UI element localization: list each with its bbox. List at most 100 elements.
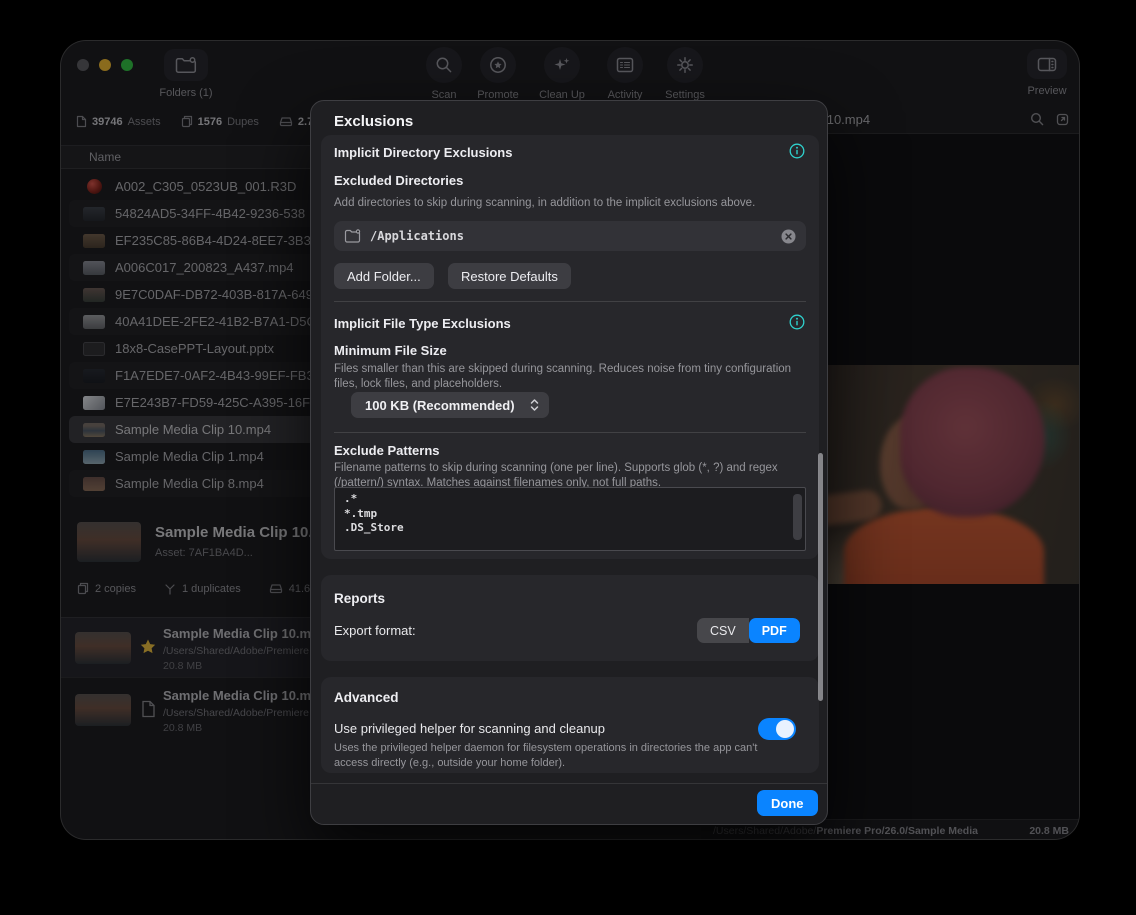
duplicates-stat: 1 duplicates bbox=[164, 583, 241, 595]
file-name: A006C017_200823_A437.mp4 bbox=[115, 260, 294, 275]
thumbnail bbox=[83, 423, 105, 437]
toolbar-preview-label: Preview bbox=[1007, 85, 1080, 97]
file-size: 20.8 MB bbox=[1019, 825, 1069, 837]
excluded-directory-path: /Applications bbox=[370, 229, 772, 243]
zoom-window-button[interactable] bbox=[121, 59, 133, 71]
folder-icon bbox=[344, 229, 361, 243]
duplicate-thumbnail bbox=[75, 632, 131, 664]
preview-panel-icon bbox=[1037, 57, 1057, 72]
info-icon[interactable] bbox=[789, 314, 805, 330]
scan-search-icon bbox=[435, 56, 453, 74]
implicit-file-type-exclusions-label: Implicit File Type Exclusions bbox=[334, 316, 511, 331]
remove-directory-icon[interactable] bbox=[781, 229, 796, 244]
dupes-label: Dupes bbox=[227, 116, 259, 128]
minimize-window-button[interactable] bbox=[99, 59, 111, 71]
name-column-header: Name bbox=[89, 150, 121, 164]
exclude-patterns-textarea[interactable]: .* *.tmp .DS_Store bbox=[334, 487, 806, 551]
thumbnail bbox=[83, 342, 105, 356]
thumbnail bbox=[83, 261, 105, 275]
branch-icon bbox=[164, 583, 176, 595]
toggle-knob bbox=[776, 720, 794, 738]
file-name: A002_C305_0523UB_001.R3D bbox=[115, 179, 296, 194]
primary-star-icon bbox=[139, 638, 157, 656]
exclusions-card: Implicit Directory Exclusions Excluded D… bbox=[321, 135, 819, 559]
thumbnail bbox=[83, 477, 105, 491]
promote-star-icon bbox=[489, 56, 507, 74]
csv-option[interactable]: CSV bbox=[697, 618, 749, 643]
toolbar-cleanup-button[interactable]: Clean Up bbox=[527, 47, 597, 101]
toolbar-settings-button[interactable]: Settings bbox=[650, 47, 720, 101]
copies-icon bbox=[77, 582, 89, 595]
privileged-helper-toggle[interactable] bbox=[758, 718, 796, 740]
export-format-segmented-control: CSV PDF bbox=[697, 618, 800, 643]
clean-up-sparkles-icon bbox=[553, 56, 571, 74]
detail-asset-id: Asset: 7AF1BA4D... bbox=[155, 547, 253, 559]
implicit-directory-exclusions-label: Implicit Directory Exclusions bbox=[334, 145, 512, 160]
section-divider bbox=[334, 432, 806, 433]
minimum-file-size-value: 100 KB (Recommended) bbox=[365, 398, 529, 413]
close-window-button[interactable] bbox=[77, 59, 89, 71]
file-document-icon bbox=[139, 700, 157, 718]
add-folder-button[interactable]: Add Folder... bbox=[334, 263, 434, 289]
reports-card: Reports Export format: CSV PDF bbox=[321, 575, 819, 661]
file-name: Sample Media Clip 8.mp4 bbox=[115, 476, 264, 491]
file-name: Sample Media Clip 10.mp4 bbox=[115, 422, 271, 437]
detail-thumbnail bbox=[77, 522, 141, 562]
done-button[interactable]: Done bbox=[757, 790, 818, 816]
file-name: Sample Media Clip 1.mp4 bbox=[115, 449, 264, 464]
r3d-thumbnail bbox=[87, 179, 102, 194]
file-name: 18x8-CasePPT-Layout.pptx bbox=[115, 341, 274, 356]
duplicate-size: 20.8 MB bbox=[163, 722, 202, 734]
excluded-directory-entry: /Applications bbox=[334, 221, 806, 251]
toolbar-folders-button[interactable]: Folders (1) bbox=[141, 49, 231, 99]
activity-list-icon bbox=[616, 57, 634, 73]
disk-icon bbox=[269, 583, 283, 594]
info-icon[interactable] bbox=[789, 143, 805, 159]
toolbar-preview-button[interactable]: Preview bbox=[1007, 49, 1080, 97]
folder-gear-icon bbox=[175, 57, 197, 74]
assets-label: Assets bbox=[128, 116, 161, 128]
pattern-line: .* bbox=[344, 492, 796, 507]
detail-stats: 2 copies 1 duplicates 41.6 MB bbox=[77, 582, 330, 595]
thumbnail bbox=[83, 207, 105, 221]
file-name: E7E243B7-FD59-425C-A395-16F bbox=[115, 395, 310, 410]
file-path-main: Premiere Pro/26.0/Sample Media bbox=[816, 825, 978, 837]
pattern-line: *.tmp bbox=[344, 507, 796, 522]
modal-title: Exclusions bbox=[334, 113, 413, 130]
dupes-stat: 1576 Dupes bbox=[181, 115, 259, 128]
library-stats-bar: 39746 Assets 1576 Dupes 2.77 GB bbox=[76, 115, 340, 128]
textarea-scrollbar[interactable] bbox=[793, 494, 802, 540]
thumbnail bbox=[83, 315, 105, 329]
advanced-label: Advanced bbox=[334, 690, 399, 705]
thumbnail bbox=[83, 450, 105, 464]
reports-label: Reports bbox=[334, 591, 385, 606]
dupes-count: 1576 bbox=[198, 116, 222, 128]
excluded-directories-description: Add directories to skip during scanning,… bbox=[334, 196, 800, 211]
thumbnail bbox=[83, 288, 105, 302]
settings-gear-icon bbox=[676, 56, 694, 74]
duplicates-icon bbox=[181, 115, 193, 128]
toolbar-promote-button[interactable]: Promote bbox=[463, 47, 533, 101]
preview-zoom-icon[interactable] bbox=[1030, 112, 1044, 126]
pdf-option-selected[interactable]: PDF bbox=[749, 618, 800, 643]
advanced-card: Advanced Use privileged helper for scann… bbox=[321, 677, 819, 773]
subject-hair bbox=[900, 367, 1045, 517]
duplicate-size: 20.8 MB bbox=[163, 660, 202, 672]
file-name: 9E7C0DAF-DB72-403B-817A-649 bbox=[115, 287, 313, 302]
thumbnail bbox=[83, 234, 105, 248]
file-name: 54824AD5-34FF-4B42-9236-538 bbox=[115, 206, 305, 221]
assets-count: 39746 bbox=[92, 116, 123, 128]
open-external-icon[interactable] bbox=[1056, 113, 1069, 126]
thumbnail bbox=[83, 369, 105, 383]
assets-stat: 39746 Assets bbox=[76, 115, 161, 128]
exclude-patterns-label: Exclude Patterns bbox=[334, 443, 440, 458]
export-format-label: Export format: bbox=[334, 623, 416, 638]
chevron-up-down-icon bbox=[529, 397, 540, 413]
document-icon bbox=[76, 115, 87, 128]
minimum-file-size-select[interactable]: 100 KB (Recommended) bbox=[351, 392, 549, 418]
modal-scrollbar[interactable] bbox=[818, 453, 823, 701]
footer-divider bbox=[311, 783, 827, 784]
restore-defaults-button[interactable]: Restore Defaults bbox=[448, 263, 571, 289]
file-name: 40A41DEE-2FE2-41B2-B7A1-D5C3 bbox=[115, 314, 323, 329]
thumbnail bbox=[83, 396, 105, 410]
